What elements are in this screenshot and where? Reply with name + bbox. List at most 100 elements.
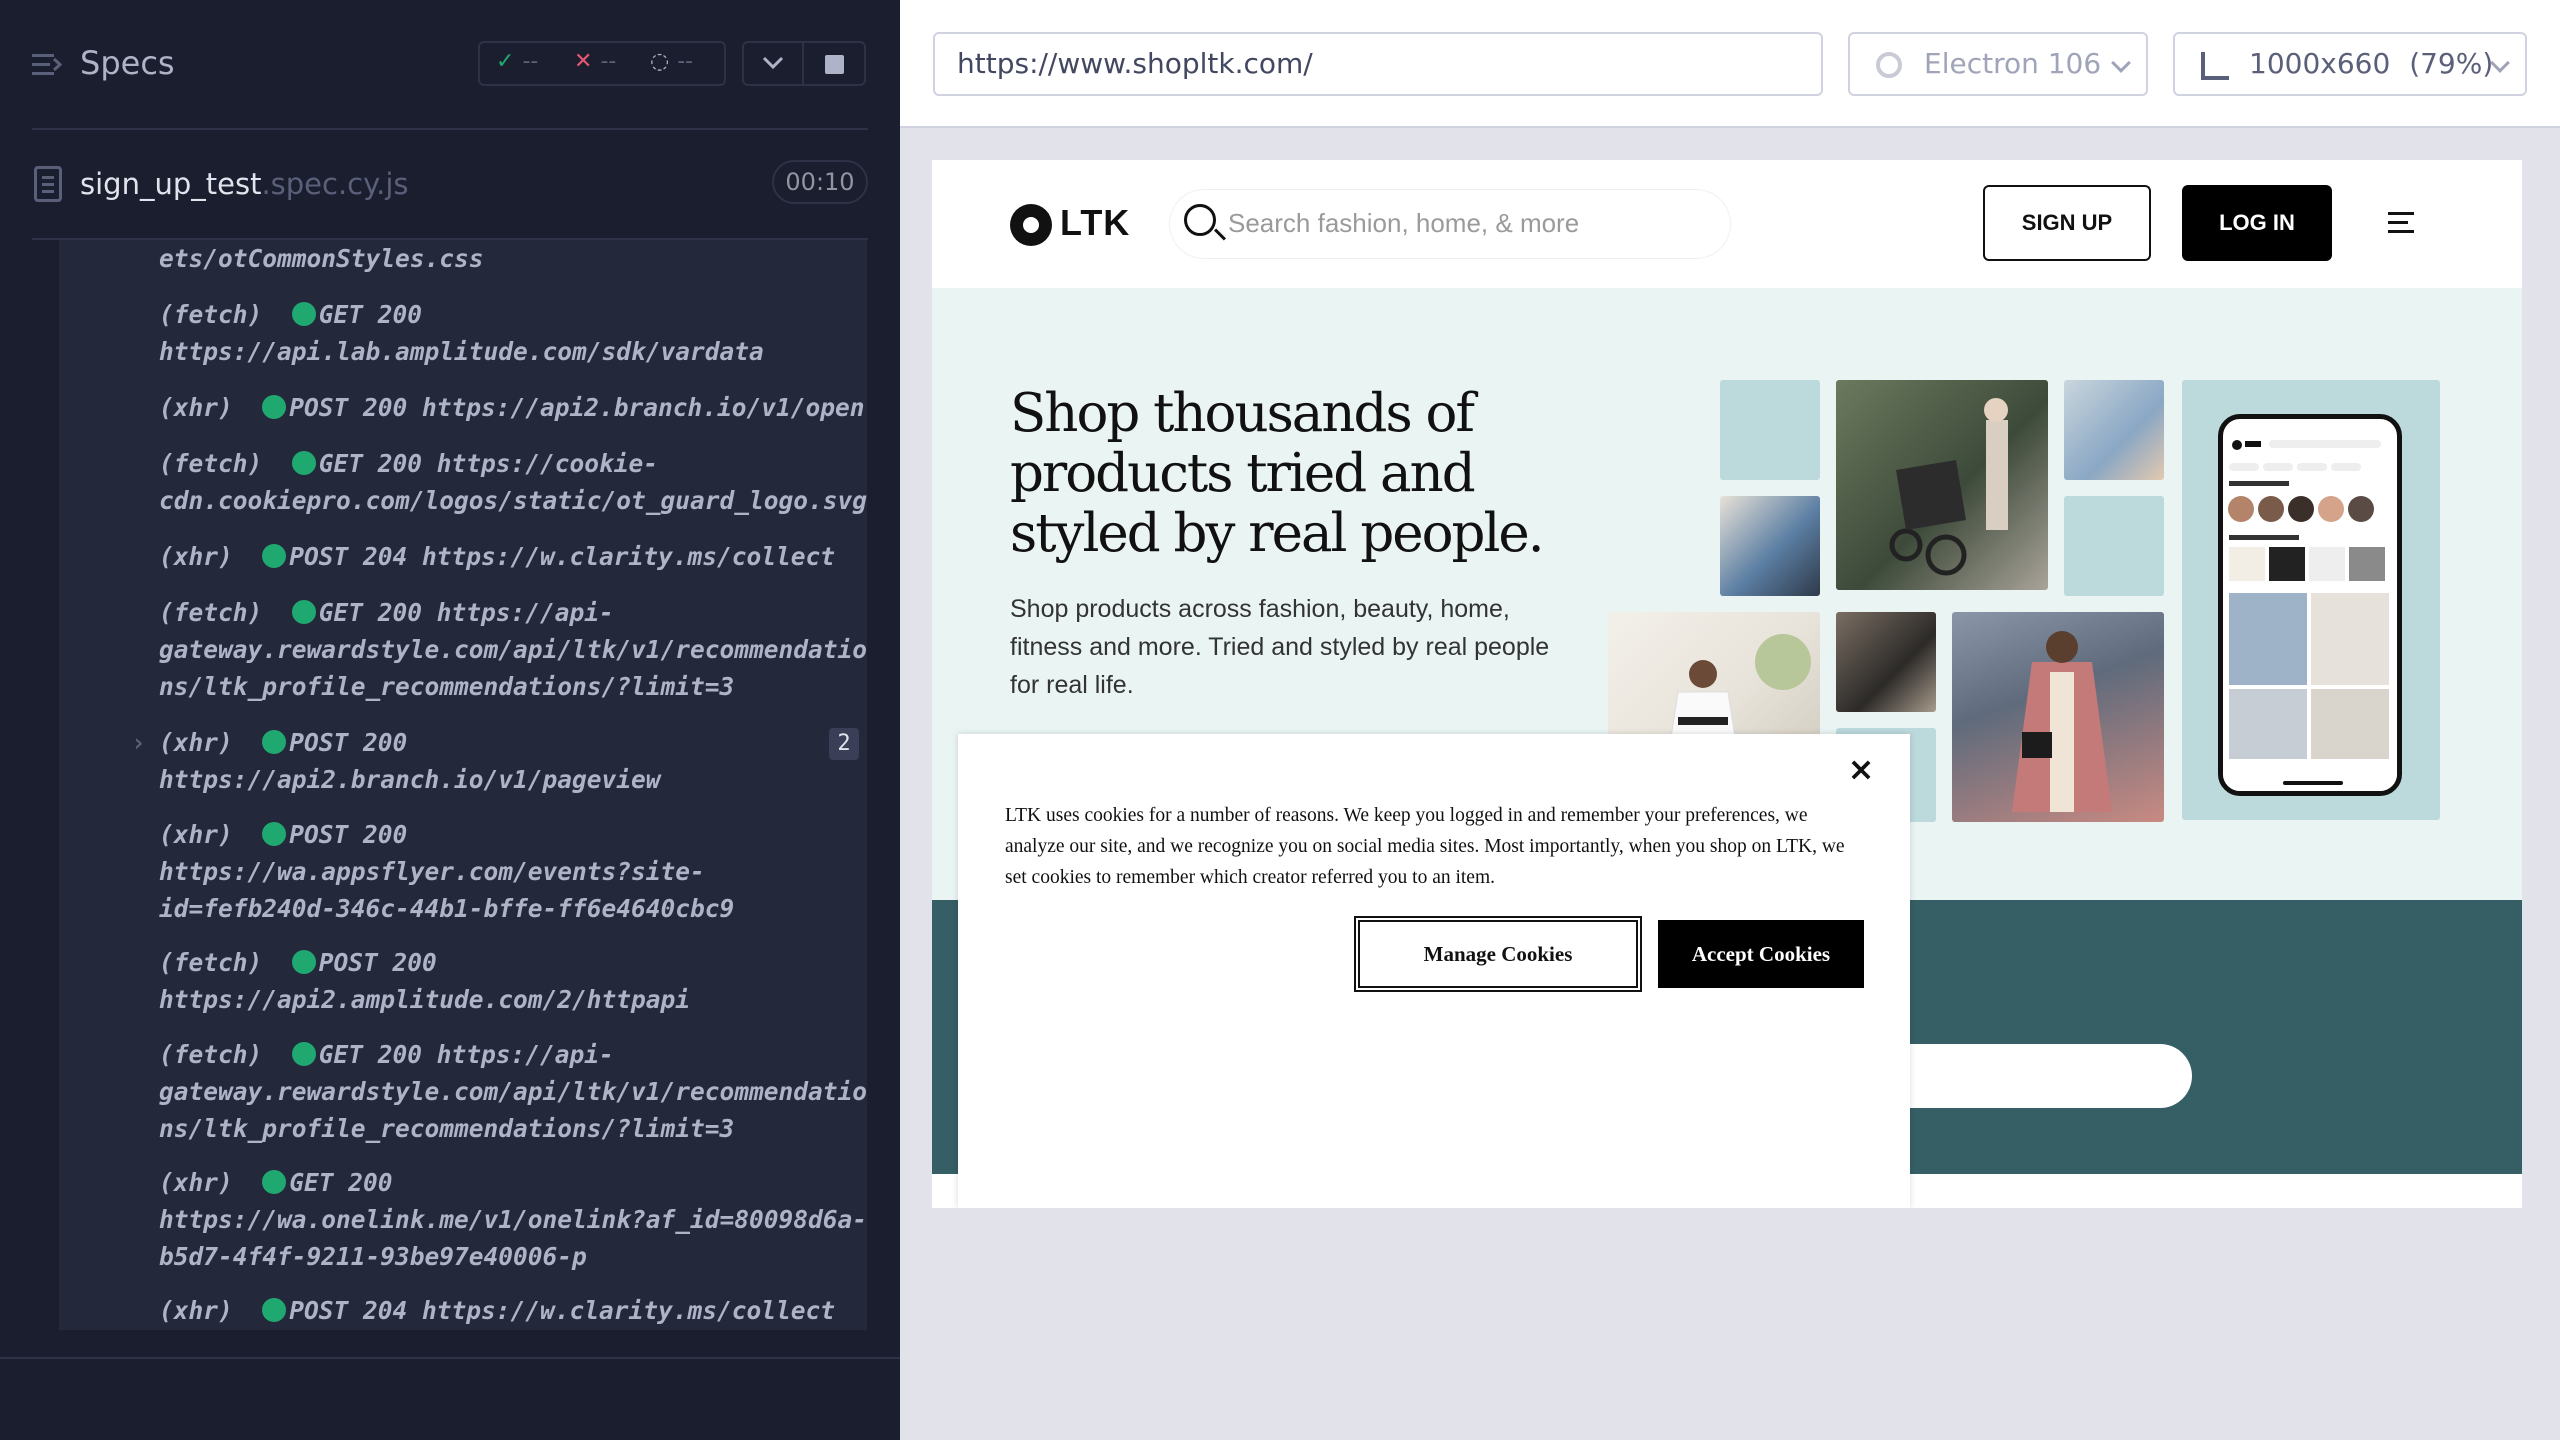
log-entry[interactable]: (fetch) GET 200 https://api.lab.amplitud… (59, 296, 867, 370)
log-entry[interactable]: (xhr) GET 200 https://wa.onelink.me/v1/o… (59, 1164, 867, 1275)
gear-icon (1876, 52, 1902, 78)
status-dot (262, 395, 287, 419)
specs-header: Specs ✓ -- ✕ -- ◌ -- (0, 0, 900, 130)
app-phone-preview (2218, 414, 2402, 796)
collage-photo (1952, 612, 2164, 822)
accept-cookies-button[interactable]: Accept Cookies (1658, 920, 1864, 988)
spec-ext: .spec.cy.js (261, 167, 409, 201)
failed-count: -- (600, 49, 617, 74)
status-dot (291, 451, 316, 475)
log-entry[interactable]: (xhr) POST 200 https://wa.appsflyer.com/… (59, 816, 867, 927)
log-entry[interactable]: (fetch) GET 200 https://api- gateway.rew… (59, 594, 867, 705)
status-dot (291, 600, 316, 624)
log-line: (fetch) GET 200 https://api- (159, 1040, 614, 1069)
browser-toolbar: https://www.shopltk.com/ Electron 106 10… (900, 0, 2560, 128)
status-dot (291, 950, 316, 974)
log-line: id=fefb240d-346c-44b1-bffe-ff6e4640cbc9 (159, 894, 735, 923)
collapse-button[interactable] (742, 41, 804, 86)
log-line: (fetch) GET 200 https://api- (159, 598, 614, 627)
log-line: (xhr) POST 204 https://w.clarity.ms/coll… (159, 542, 836, 571)
log-line: (xhr) GET 200 (159, 1168, 393, 1197)
log-line: cdn.cookiepro.com/logos/static/ot_guard_… (159, 486, 867, 515)
log-entry[interactable]: (fetch) GET 200 https://cookie- cdn.cook… (59, 445, 867, 519)
manage-cookies-button[interactable]: Manage Cookies (1354, 916, 1642, 992)
phone-screen (2223, 440, 2397, 791)
spec-file-row[interactable]: sign_up_test.spec.cy.js 00:10 (0, 150, 900, 220)
stats-summary: ✓ -- ✕ -- ◌ -- (478, 41, 726, 86)
status-dot (262, 544, 287, 568)
status-dot (262, 822, 287, 846)
passed-stat: ✓ -- (496, 49, 538, 74)
app-under-test: LTK Search fashion, home, & more SIGN UP… (932, 160, 2522, 1208)
log-line: ns/ltk_profile_recommendations/?limit=3 (159, 1114, 735, 1143)
menu-icon[interactable] (32, 50, 62, 80)
log-entry[interactable]: (xhr) POST 204 https://w.clarity.ms/coll… (59, 1292, 867, 1329)
log-entry[interactable]: ets/otCommonStyles.css (59, 240, 867, 277)
hamburger-icon[interactable] (2388, 212, 2414, 234)
log-line: b5d7-4f4f-9211-93be97e40006-p (159, 1242, 587, 1271)
log-line: (xhr) POST 200 (159, 728, 408, 757)
log-line: https://api.lab.amplitude.com/sdk/vardat… (159, 337, 764, 366)
spec-file-name: sign_up_test.spec.cy.js (80, 167, 409, 201)
log-count-badge: 2 (829, 728, 859, 760)
log-entry[interactable]: › (xhr) POST 200 https://api2.branch.io/… (59, 724, 867, 798)
divider (0, 1357, 900, 1359)
hero-subtitle: Shop products across fashion, beauty, ho… (1010, 595, 1550, 699)
log-line: https://wa.appsflyer.com/events?site- (159, 857, 705, 886)
collage-tile (2064, 496, 2164, 596)
specs-title[interactable]: Specs (80, 44, 175, 82)
spec-timer: 00:10 (772, 160, 868, 204)
log-entry[interactable]: (fetch) POST 200 https://api2.amplitude.… (59, 944, 867, 1018)
ltk-logo[interactable]: LTK (1060, 202, 1130, 244)
site-nav: LTK Search fashion, home, & more SIGN UP… (932, 160, 2522, 288)
check-icon: ✓ (496, 49, 515, 74)
log-line: gateway.rewardstyle.com/api/ltk/v1/recom… (159, 635, 867, 664)
status-dot (262, 730, 287, 754)
pending-count: -- (677, 49, 694, 74)
reporter-panel: Specs ✓ -- ✕ -- ◌ -- sign_up_test.spec.cy.j… (0, 0, 900, 1440)
pending-stat: ◌ -- (650, 49, 693, 74)
log-line: https://api2.branch.io/v1/pageview (159, 765, 661, 794)
log-in-button[interactable]: LOG IN (2182, 185, 2332, 261)
log-line: (xhr) POST 204 https://w.clarity.ms/coll… (159, 1296, 836, 1325)
close-icon[interactable]: × (1846, 753, 1876, 785)
search-placeholder: Search fashion, home, & more (1228, 208, 1580, 238)
collage-photo (1720, 496, 1820, 596)
cookie-consent-dialog: × LTK uses cookies for a number of reaso… (958, 734, 1910, 1208)
chevron-down-icon (2111, 53, 2131, 73)
log-line: gateway.rewardstyle.com/api/ltk/v1/recom… (159, 1077, 867, 1106)
viewport-size: 1000x660 (2249, 47, 2391, 80)
failed-stat: ✕ -- (574, 49, 616, 74)
log-line: (xhr) POST 200 (159, 820, 408, 849)
command-log: ets/otCommonStyles.css (fetch) GET 200 h… (59, 240, 867, 1330)
browser-selector[interactable]: Electron 106 (1848, 32, 2148, 96)
status-dot (262, 1170, 287, 1194)
stop-button[interactable] (802, 41, 866, 86)
ltk-logo-icon[interactable] (1010, 204, 1052, 246)
zoom-level: (79%) (2409, 47, 2494, 80)
status-dot (291, 1042, 316, 1066)
divider (32, 128, 868, 130)
log-line: (fetch) GET 200 (159, 300, 423, 329)
stroller-photo (1889, 398, 2008, 576)
chevron-down-icon (762, 56, 784, 70)
log-line: https://wa.onelink.me/v1/onelink?af_id=8… (159, 1205, 867, 1234)
coat-photo (2012, 631, 2112, 812)
x-icon: ✕ (574, 49, 593, 74)
passed-count: -- (522, 49, 539, 74)
log-entry[interactable]: (fetch) GET 200 https://api- gateway.rew… (59, 1036, 867, 1147)
status-dot (262, 1298, 287, 1322)
hero-title: Shop thousands of products tried and sty… (1010, 383, 1545, 564)
log-line: (fetch) GET 200 https://cookie- (159, 449, 659, 478)
sign-up-button[interactable]: SIGN UP (1983, 185, 2151, 261)
stop-icon (825, 55, 844, 74)
collage-photo (1836, 380, 2048, 590)
site-search[interactable]: Search fashion, home, & more (1170, 190, 1730, 258)
log-entry[interactable]: (xhr) POST 200 https://api2.branch.io/v1… (59, 389, 867, 426)
viewport-selector[interactable]: 1000x660 (79%) (2173, 32, 2527, 96)
url-field[interactable]: https://www.shopltk.com/ (933, 32, 1823, 96)
spinner-icon: ◌ (650, 49, 670, 74)
search-icon (1184, 204, 1216, 236)
log-entry[interactable]: (xhr) POST 204 https://w.clarity.ms/coll… (59, 538, 867, 575)
ruler-icon (2201, 52, 2229, 80)
